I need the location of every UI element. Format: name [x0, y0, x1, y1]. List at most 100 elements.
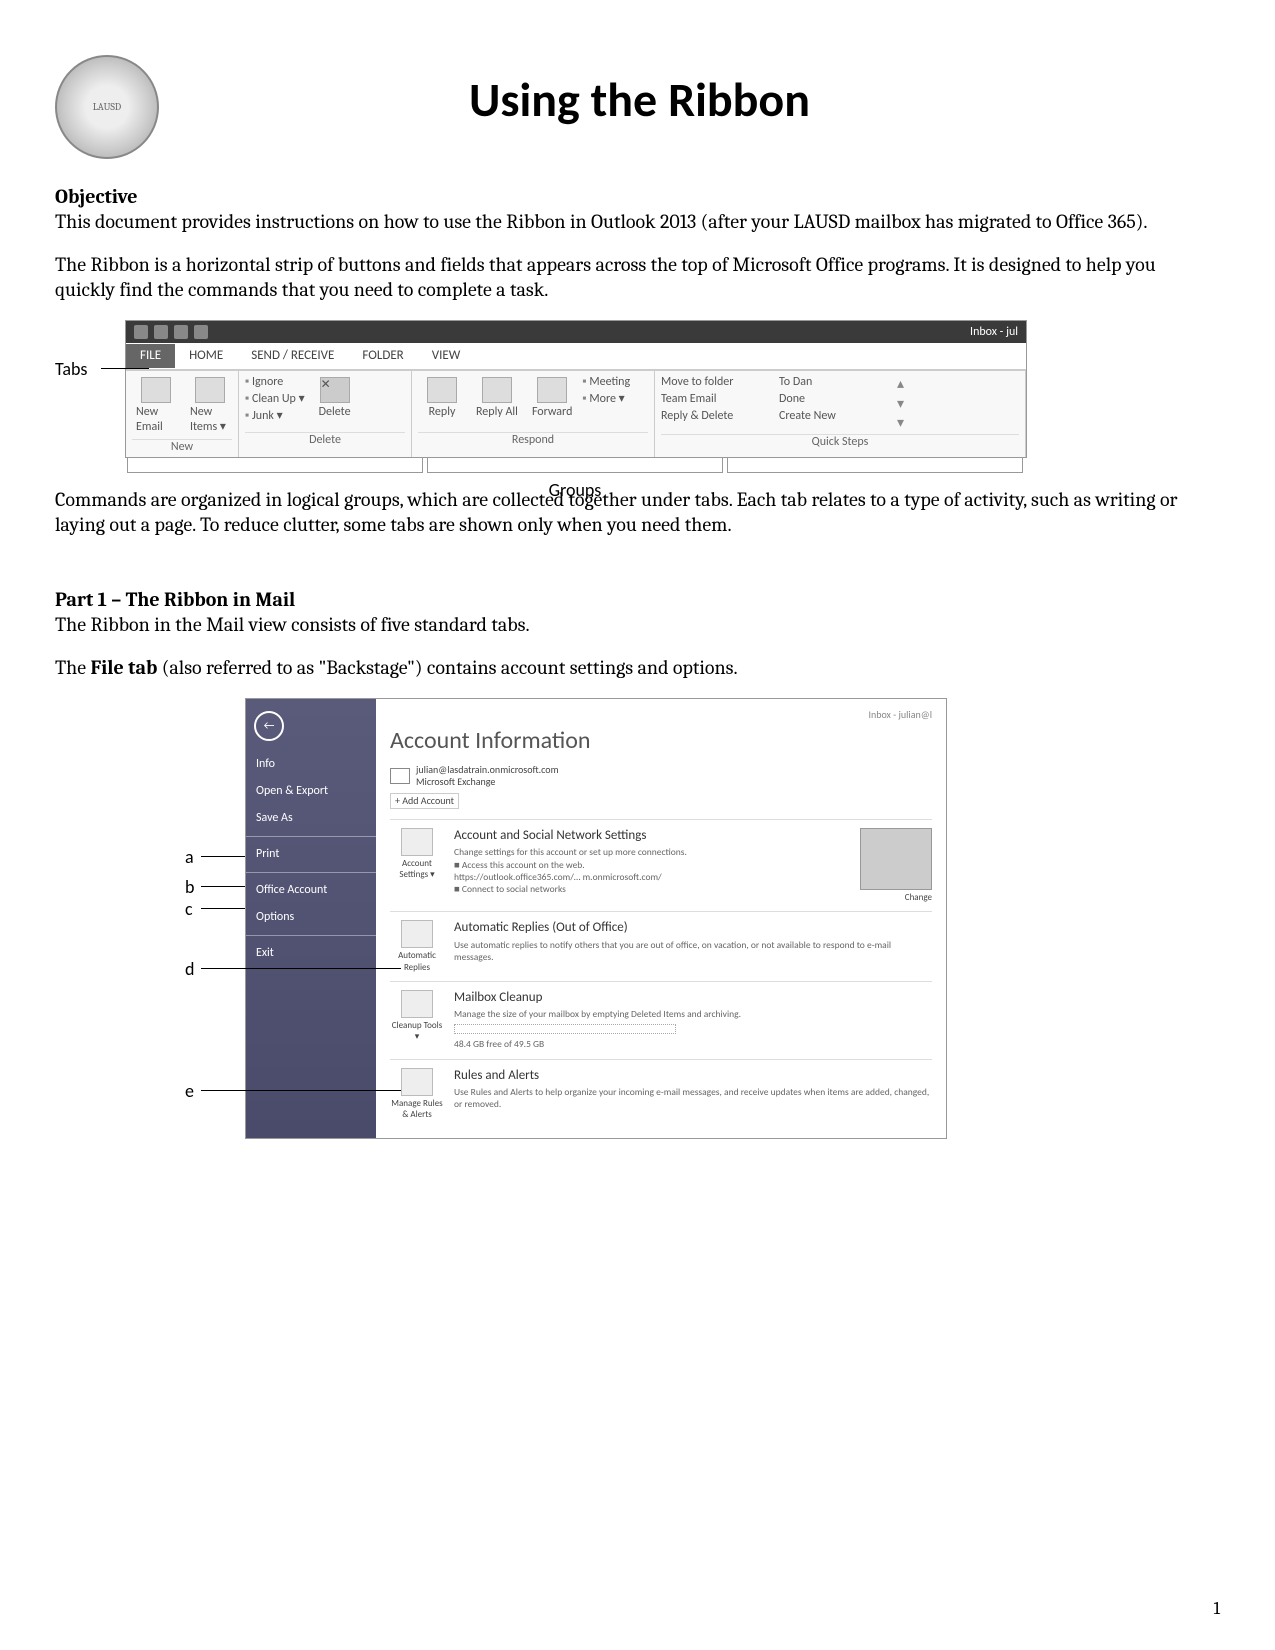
automatic-replies-button[interactable]: Automatic Replies: [390, 920, 444, 973]
group-new: New Email New Items ▾ New: [126, 371, 239, 457]
qs-create-new[interactable]: Create New: [779, 409, 879, 424]
forward-icon: [537, 377, 567, 403]
meeting-button[interactable]: Meeting: [582, 375, 630, 390]
forward-label: Forward: [532, 405, 572, 420]
ribbon-tabs-row: FILE HOME SEND / RECEIVE FOLDER VIEW: [126, 343, 1026, 370]
file-tab-post: (also referred to as "Backstage") contai…: [157, 656, 737, 679]
auto-replies-desc: Use automatic replies to notify others t…: [454, 939, 932, 964]
manage-rules-icon: [401, 1068, 433, 1096]
reply-button[interactable]: Reply: [418, 375, 466, 422]
reply-icon: [427, 377, 457, 403]
reply-label: Reply: [429, 405, 456, 420]
tab-file[interactable]: FILE: [126, 344, 175, 368]
account-information-title: Account Information: [390, 726, 932, 756]
tab-view[interactable]: VIEW: [418, 344, 475, 368]
more-button[interactable]: More ▾: [582, 392, 630, 407]
qat-icon: [174, 325, 188, 339]
bs-item-print[interactable]: Print: [246, 841, 376, 868]
legend-c-line: [201, 908, 245, 909]
new-email-label: New Email: [136, 405, 176, 435]
quota-text: 48.4 GB free of 49.5 GB: [454, 1038, 932, 1050]
bs-item-info[interactable]: Info: [246, 751, 376, 778]
qs-reply-delete[interactable]: Reply & Delete: [661, 409, 761, 424]
group-respond-label: Respond: [418, 432, 648, 448]
qs-done[interactable]: Done: [779, 392, 879, 407]
window-title: Inbox - jul: [970, 325, 1018, 340]
backstage-main: Inbox - julian@l Account Information jul…: [376, 699, 946, 1138]
groups-underline-brackets: [125, 458, 1025, 473]
part1-text: The Ribbon in the Mail view consists of …: [55, 612, 1220, 637]
cleanup-button[interactable]: Clean Up ▾: [245, 392, 305, 407]
new-email-icon: [141, 377, 171, 403]
file-tab-sentence: The File tab (also referred to as "Backs…: [55, 655, 1220, 680]
legend-d: d: [185, 958, 194, 981]
qat-icon: [194, 325, 208, 339]
groups-callout-label: Groups: [125, 479, 1025, 502]
delete-x-icon: ✕: [320, 377, 350, 403]
account-settings-desc: Change settings for this account or set …: [454, 846, 844, 895]
back-arrow-icon[interactable]: ←: [254, 711, 284, 741]
account-settings-icon: [401, 828, 433, 856]
add-account-button[interactable]: + Add Account: [390, 793, 459, 810]
tab-home[interactable]: HOME: [175, 344, 237, 368]
legend-a-line: [201, 856, 245, 857]
delete-button[interactable]: ✕ Delete: [311, 375, 359, 422]
tab-folder[interactable]: FOLDER: [348, 344, 417, 368]
bs-item-options[interactable]: Options: [246, 904, 376, 931]
qs-team-email[interactable]: Team Email: [661, 392, 761, 407]
forward-button[interactable]: Forward: [528, 375, 576, 422]
qat-icon: [154, 325, 168, 339]
bs-item-save-as[interactable]: Save As: [246, 805, 376, 832]
bs-item-office-account[interactable]: Office Account: [246, 877, 376, 904]
qat-icon: [134, 325, 148, 339]
qs-scroll-up-icon[interactable]: ▴: [897, 375, 904, 393]
legend-c: c: [185, 898, 193, 921]
file-tab-bold: File tab: [90, 656, 157, 679]
reply-all-label: Reply All: [476, 405, 518, 420]
new-email-button[interactable]: New Email: [132, 375, 180, 437]
reply-all-icon: [482, 377, 512, 403]
respond-side-stack: Meeting More ▾: [582, 375, 630, 407]
bs-section-account-settings: Account Settings ▾ Account and Social Ne…: [390, 819, 932, 911]
bs-section-auto-replies: Automatic Replies Automatic Replies (Out…: [390, 911, 932, 981]
cleanup-tools-btn-label: Cleanup Tools ▾: [392, 1020, 443, 1042]
cleanup-tools-button[interactable]: Cleanup Tools ▾: [390, 990, 444, 1051]
account-settings-btn-label: Account Settings ▾: [399, 858, 434, 880]
new-items-button[interactable]: New Items ▾: [186, 375, 234, 437]
bs-item-exit[interactable]: Exit: [246, 940, 376, 967]
page-number: 1: [1213, 1598, 1220, 1621]
legend-b: b: [185, 876, 194, 899]
backstage-sidebar: ← Info Open & Export Save As Print Offic…: [246, 699, 376, 1138]
reply-all-button[interactable]: Reply All: [472, 375, 522, 422]
qs-expand-icon[interactable]: ▾: [897, 414, 904, 432]
automatic-replies-btn-label: Automatic Replies: [398, 950, 436, 972]
legend-e: e: [185, 1080, 194, 1103]
quicksteps-col2: To Dan Done Create New: [779, 375, 879, 424]
cleanup-title: Mailbox Cleanup: [454, 990, 932, 1006]
tab-send-receive[interactable]: SEND / RECEIVE: [237, 344, 348, 368]
bs-section-rules: Manage Rules & Alerts Rules and Alerts U…: [390, 1059, 932, 1129]
ribbon-groups-row: New Email New Items ▾ New: [126, 370, 1026, 457]
legend-b-line: [201, 886, 245, 887]
quota-bar: [454, 1024, 676, 1034]
backstage-window-title: Inbox - julian@l: [868, 709, 932, 722]
qs-to-dan[interactable]: To Dan: [779, 375, 879, 390]
ignore-button[interactable]: Ignore: [245, 375, 305, 390]
bs-item-open-export[interactable]: Open & Export: [246, 778, 376, 805]
change-photo-link[interactable]: Change: [854, 892, 932, 903]
qs-scroll-down-icon[interactable]: ▾: [897, 395, 904, 413]
new-items-icon: [195, 377, 225, 403]
junk-button[interactable]: Junk ▾: [245, 409, 305, 424]
bs-section-cleanup: Cleanup Tools ▾ Mailbox Cleanup Manage t…: [390, 981, 932, 1059]
qs-move-to-folder[interactable]: Move to folder: [661, 375, 761, 390]
group-delete-label: Delete: [245, 432, 405, 448]
account-settings-button[interactable]: Account Settings ▾: [390, 828, 444, 903]
backstage-screenshot: ← Info Open & Export Save As Print Offic…: [245, 698, 947, 1139]
file-tab-pre: The: [55, 656, 90, 679]
ribbon-screenshot: Inbox - jul FILE HOME SEND / RECEIVE FOL…: [125, 320, 1027, 458]
part1-heading: Part 1 – The Ribbon in Mail: [55, 587, 1220, 612]
account-photo: [860, 828, 932, 890]
manage-rules-button[interactable]: Manage Rules & Alerts: [390, 1068, 444, 1121]
legend-d-line: [201, 968, 401, 969]
exchange-icon: [390, 768, 410, 784]
